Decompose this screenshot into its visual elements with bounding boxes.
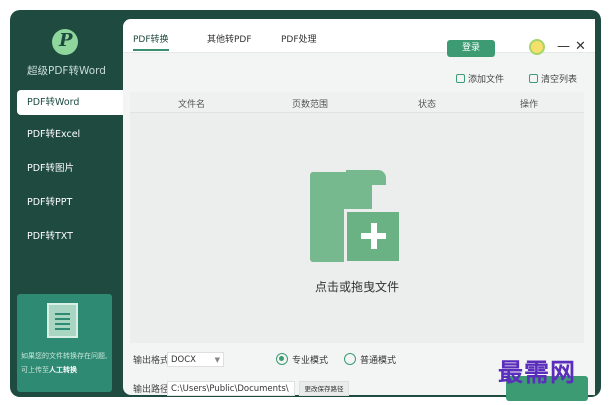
sidebar-item-pdf-to-excel[interactable]: PDF转Excel <box>17 122 129 147</box>
file-dropzone[interactable]: 文件名 页数范围 状态 操作 点击或拖曳文件 <box>130 92 584 343</box>
watermark: 最需网 <box>498 358 577 387</box>
chevron-down-icon: ▼ <box>214 356 220 364</box>
add-file-icon <box>456 74 465 83</box>
sidebar-item-pdf-to-image[interactable]: PDF转图片 <box>17 156 129 181</box>
output-format-select[interactable]: DOCX ▼ <box>167 352 224 367</box>
change-path-button[interactable]: 更改保存路径 <box>299 381 349 396</box>
tab-pdf-convert[interactable]: PDF转换 <box>133 32 169 51</box>
promo-text: 如果您的文件转换存在问题,可上传至人工转换 <box>21 349 109 377</box>
mode-pro-label: 专业模式 <box>292 356 329 366</box>
column-header-filename: 文件名 <box>178 100 206 110</box>
column-header-status: 状态 <box>418 100 437 110</box>
sidebar: P 超级PDF转Word PDF转Word PDF转Excel PDF转图片 P… <box>10 10 129 397</box>
tab-pdf-process[interactable]: PDF处理 <box>281 32 317 45</box>
dropzone-text: 点击或拖曳文件 <box>314 280 399 294</box>
add-file-label: 添加文件 <box>468 75 505 85</box>
mode-normal-label: 普通模式 <box>360 356 397 366</box>
add-folder-icon[interactable] <box>310 170 402 264</box>
minimize-button[interactable]: — <box>557 39 570 54</box>
close-button[interactable]: ✕ <box>575 39 586 54</box>
manual-convert-promo: 如果您的文件转换存在问题,可上传至人工转换 <box>17 294 112 392</box>
tab-other-to-pdf[interactable]: 其他转PDF <box>207 32 252 45</box>
app-title: 超级PDF转Word <box>27 65 106 77</box>
sidebar-item-pdf-to-ppt[interactable]: PDF转PPT <box>17 190 129 215</box>
column-header-page-range: 页数范围 <box>292 100 329 110</box>
column-header-actions: 操作 <box>520 100 539 110</box>
mode-normal-radio[interactable] <box>344 353 356 365</box>
table-header: 文件名 页数范围 状态 操作 <box>130 92 584 113</box>
user-avatar-icon[interactable] <box>529 39 545 55</box>
sidebar-item-pdf-to-txt[interactable]: PDF转TXT <box>17 224 129 249</box>
manual-convert-link[interactable]: 人工转换 <box>49 366 77 374</box>
mode-pro-radio[interactable] <box>276 353 288 365</box>
add-file-button[interactable]: 添加文件 <box>456 72 504 85</box>
clear-list-label: 清空列表 <box>541 75 578 85</box>
login-button[interactable]: 登录 <box>447 40 495 57</box>
document-icon <box>47 303 78 338</box>
clear-list-icon <box>529 74 538 83</box>
main-panel: PDF转换 其他转PDF PDF处理 登录 — ✕ 添加文件 清空列表 文件名 … <box>123 19 595 401</box>
app-logo-icon: P <box>52 29 78 55</box>
output-path-field[interactable]: C:\Users\Public\Documents\ <box>167 381 295 396</box>
clear-list-button[interactable]: 清空列表 <box>529 72 577 85</box>
app-window: P 超级PDF转Word PDF转Word PDF转Excel PDF转图片 P… <box>10 10 601 401</box>
top-bar <box>123 19 595 53</box>
output-format-value: DOCX <box>171 355 196 365</box>
sidebar-item-pdf-to-word[interactable]: PDF转Word <box>17 90 129 115</box>
